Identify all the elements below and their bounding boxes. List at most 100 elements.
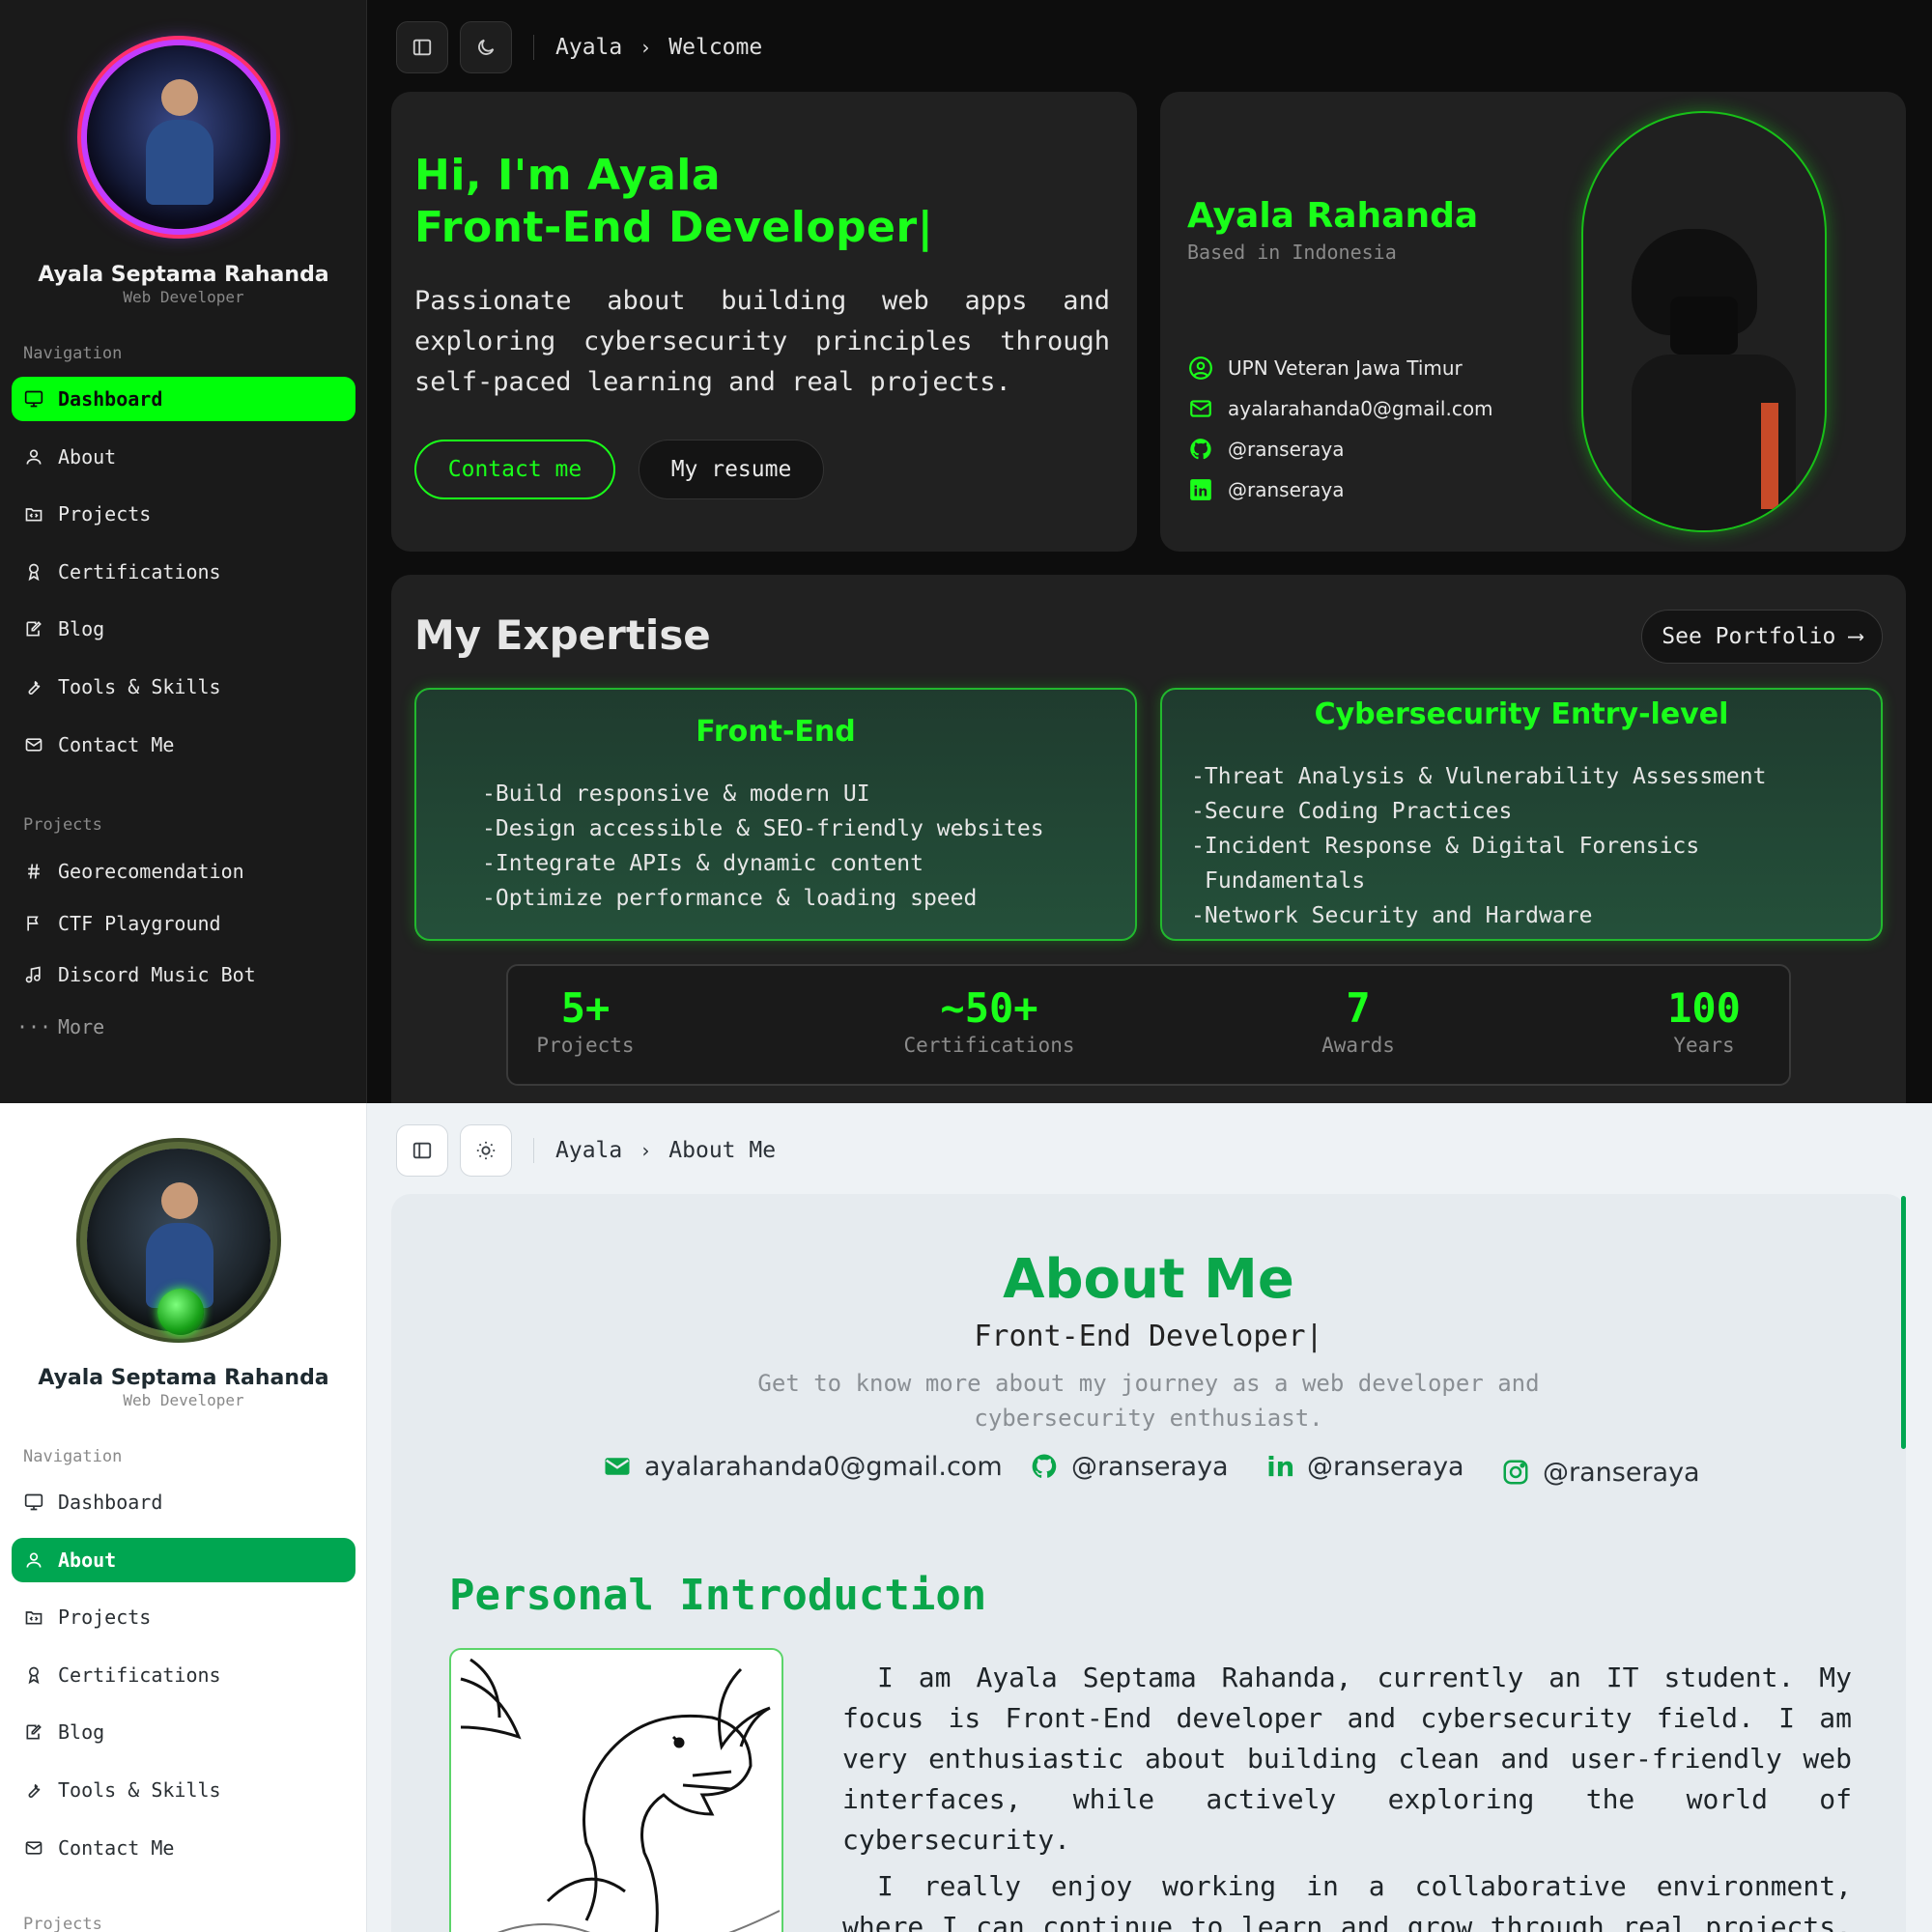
sidebar-item-about[interactable]: About <box>12 1538 355 1582</box>
dashboard-screen: Ayala Septama Rahanda Web Developer Navi… <box>0 0 1932 1103</box>
user-icon <box>23 446 44 468</box>
about-subtitle: Front-End Developer| <box>974 1320 1323 1353</box>
wrench-icon <box>23 676 44 697</box>
stat-certifications: ~50+ Certifications <box>903 984 1075 1058</box>
breadcrumb: Ayala › Welcome <box>555 35 762 60</box>
envelope-icon <box>602 1451 633 1482</box>
sidebar-item-certifications[interactable]: Certifications <box>12 1653 355 1697</box>
sidebar-toggle-icon <box>412 39 432 56</box>
sidebar-project-more[interactable]: ··· More <box>12 1005 355 1049</box>
frontend-list: -Build responsive & modern UI -Design ac… <box>482 781 1044 911</box>
about-email-link[interactable]: ayalarahanda0@gmail.com <box>602 1451 1003 1482</box>
stat-years: 100 Years <box>1667 984 1741 1058</box>
profile-name: Ayala Septama Rahanda <box>38 1366 329 1390</box>
music-icon <box>23 964 44 985</box>
linkedin-icon: in <box>1187 476 1214 503</box>
university-row: UPN Veteran Jawa Timur <box>1187 355 1463 382</box>
wrench-icon <box>23 1779 44 1801</box>
breadcrumb: Ayala › About Me <box>555 1138 776 1163</box>
github-row[interactable]: @ranseraya <box>1187 436 1344 463</box>
see-portfolio-button[interactable]: See Portfolio ⟶ <box>1641 610 1883 664</box>
hero-card: Hi, I'm Ayala Front-End Developer| Passi… <box>391 92 1137 552</box>
sidebar-item-certifications[interactable]: Certifications <box>12 550 355 594</box>
cyber-expertise-box: Cybersecurity Entry-level -Threat Analys… <box>1160 688 1883 941</box>
toggle-sidebar-button[interactable] <box>396 1124 448 1177</box>
nav-section-label: Navigation <box>23 344 123 363</box>
cyber-list: -Threat Analysis & Vulnerability Assessm… <box>1191 764 1767 928</box>
folder-code-icon <box>23 503 44 525</box>
more-icon: ··· <box>15 1015 52 1038</box>
github-icon <box>1187 436 1214 463</box>
email-row[interactable]: ayalarahanda0@gmail.com <box>1187 395 1493 422</box>
toggle-sidebar-button[interactable] <box>396 21 448 73</box>
theme-toggle-button[interactable] <box>460 21 512 73</box>
frontend-expertise-box: Front-End -Build responsive & modern UI … <box>414 688 1137 941</box>
profile-name: Ayala Septama Rahanda <box>38 263 329 287</box>
sidebar-item-dashboard[interactable]: Dashboard <box>12 377 355 421</box>
profile-card-name: Ayala Rahanda <box>1187 196 1479 236</box>
instagram-icon <box>1500 1457 1531 1488</box>
profile-card-location: Based in Indonesia <box>1187 241 1397 264</box>
breadcrumb-root[interactable]: Ayala <box>555 1138 622 1163</box>
hero-description: Passionate about building web apps and e… <box>414 286 1110 397</box>
expertise-card: My Expertise See Portfolio ⟶ Front-End -… <box>391 575 1906 1103</box>
folder-code-icon <box>23 1606 44 1628</box>
sidebar-item-about[interactable]: About <box>12 435 355 479</box>
about-github-link[interactable]: @ranseraya <box>1029 1451 1229 1482</box>
breadcrumb-current: About Me <box>668 1138 777 1163</box>
frontend-title: Front-End <box>696 715 856 749</box>
award-icon <box>23 561 44 582</box>
sidebar-project-georecomendation[interactable]: Georecomendation <box>12 849 355 894</box>
topbar: Ayala › About Me <box>396 1124 776 1177</box>
profile-role: Web Developer <box>123 288 244 306</box>
sidebar: Ayala Septama Rahanda Web Developer Navi… <box>0 1103 367 1932</box>
intro-paragraph: I really enjoy working in a collaborativ… <box>842 1870 1852 1932</box>
sidebar-project-discord-bot[interactable]: Discord Music Bot <box>12 952 355 997</box>
about-linkedin-link[interactable]: in @ranseraya <box>1264 1451 1463 1482</box>
sidebar-item-blog[interactable]: Blog <box>12 1710 355 1754</box>
my-resume-button[interactable]: My resume <box>639 440 824 499</box>
contact-me-button[interactable]: Contact me <box>414 440 615 499</box>
sidebar-item-dashboard[interactable]: Dashboard <box>12 1480 355 1524</box>
intro-text: I am Ayala Septama Rahanda, currently an… <box>842 1658 1852 1932</box>
svg-text:in: in <box>1266 1452 1294 1481</box>
chevron-right-icon: › <box>639 1139 652 1162</box>
sidebar-project-ctf[interactable]: CTF Playground <box>12 901 355 946</box>
sidebar-toggle-icon <box>412 1142 432 1159</box>
sun-icon <box>476 1141 496 1160</box>
sidebar-item-tools-skills[interactable]: Tools & Skills <box>12 1768 355 1812</box>
user-circle-icon <box>1187 355 1214 382</box>
svg-text:in: in <box>1193 485 1208 500</box>
profile-illustration <box>1581 111 1827 532</box>
about-card: About Me Front-End Developer| Get to kno… <box>391 1194 1906 1932</box>
award-icon <box>23 1664 44 1686</box>
section-title: Personal Introduction <box>449 1571 987 1620</box>
stat-projects: 5+ Projects <box>536 984 635 1058</box>
edit-icon <box>23 1721 44 1743</box>
moon-icon <box>478 39 495 55</box>
mail-icon <box>1187 395 1214 422</box>
profile-card: Ayala Rahanda Based in Indonesia UPN Vet… <box>1160 92 1906 552</box>
flag-icon <box>23 913 44 934</box>
about-instagram-link[interactable]: @ranseraya <box>1500 1457 1700 1488</box>
github-icon <box>1029 1451 1060 1482</box>
intro-paragraph: I am Ayala Septama Rahanda, currently an… <box>842 1662 1852 1856</box>
topbar: Ayala › Welcome <box>396 21 762 73</box>
sidebar-item-contact[interactable]: Contact Me <box>12 1826 355 1870</box>
sidebar-item-projects[interactable]: Projects <box>12 492 355 536</box>
sidebar-item-projects[interactable]: Projects <box>12 1595 355 1639</box>
sidebar: Ayala Septama Rahanda Web Developer Navi… <box>0 0 367 1103</box>
cyber-title: Cybersecurity Entry-level <box>1314 697 1729 731</box>
theme-toggle-button[interactable] <box>460 1124 512 1177</box>
sidebar-item-contact[interactable]: Contact Me <box>12 723 355 767</box>
sidebar-item-blog[interactable]: Blog <box>12 607 355 651</box>
linkedin-row[interactable]: in @ranseraya <box>1187 476 1344 503</box>
mail-icon <box>23 1837 44 1859</box>
monitor-icon <box>23 388 44 410</box>
stat-awards: 7 Awards <box>1321 984 1395 1058</box>
expertise-title: My Expertise <box>414 611 711 659</box>
nav-section-label: Projects <box>23 815 102 835</box>
breadcrumb-root[interactable]: Ayala <box>555 35 622 60</box>
about-screen: Ayala Septama Rahanda Web Developer Navi… <box>0 1103 1932 1932</box>
sidebar-item-tools-skills[interactable]: Tools & Skills <box>12 665 355 709</box>
